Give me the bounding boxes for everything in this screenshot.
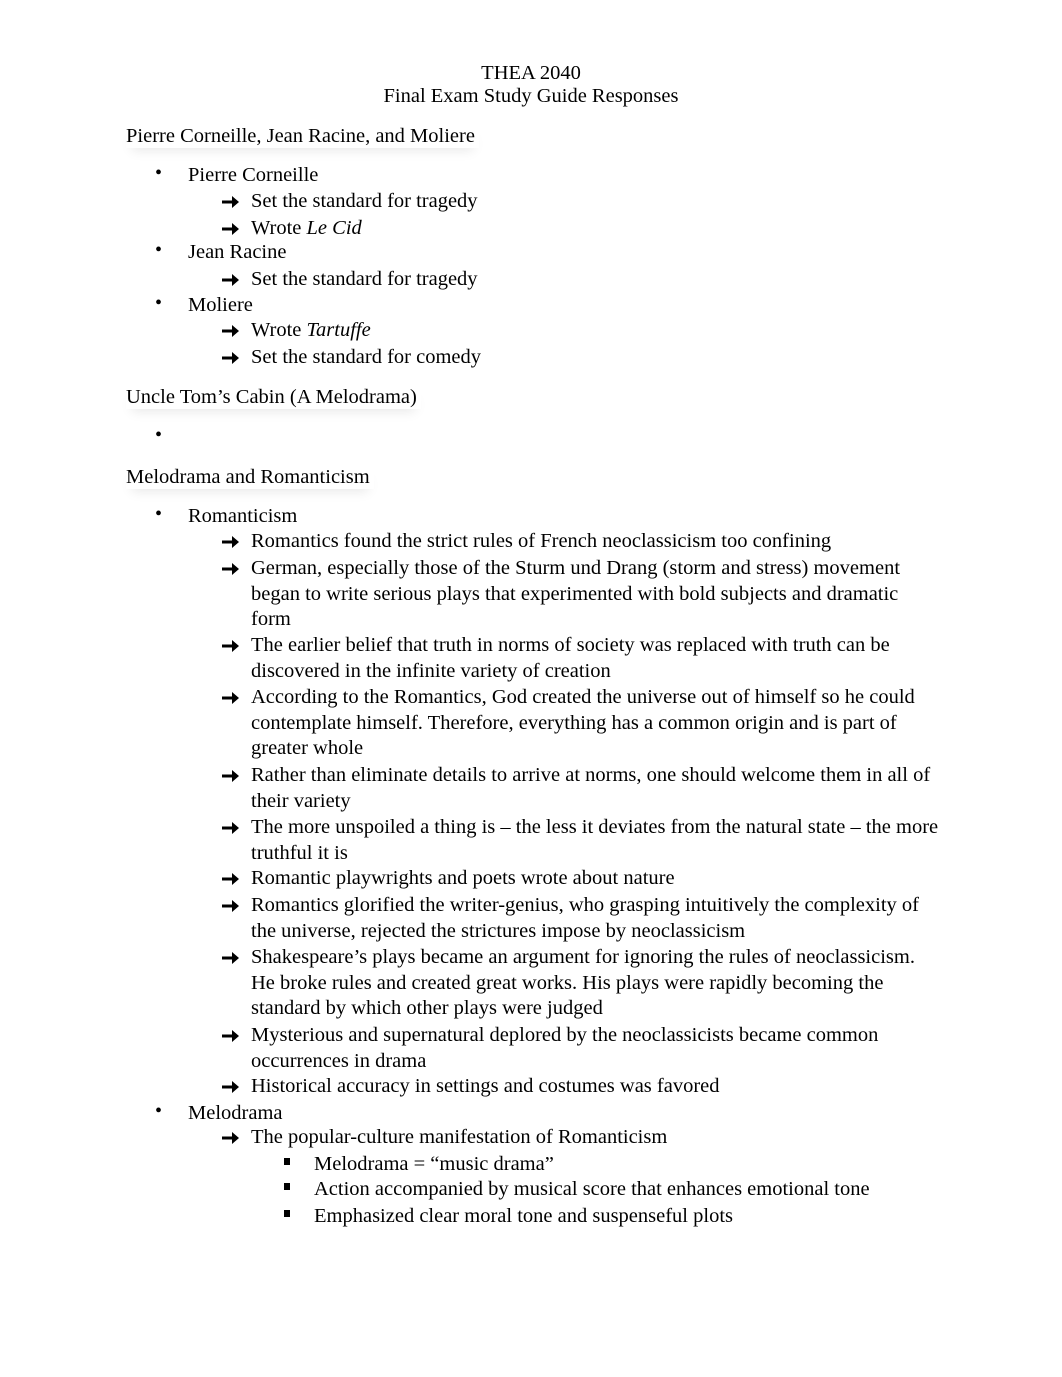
sub-item-text: Set the standard for comedy	[251, 346, 481, 368]
bullet-icon: •	[155, 424, 163, 446]
arrow-right-icon	[222, 640, 239, 652]
sub-item-text: The popular-culture manifestation of Rom…	[251, 1126, 668, 1148]
sub-item-text: Historical accuracy in settings and cost…	[251, 1075, 720, 1097]
sub-sub-item-text: Emphasized clear moral tone and suspense…	[314, 1205, 733, 1227]
arrow-right-icon	[222, 223, 239, 235]
bullet-icon: •	[155, 1100, 163, 1122]
arrow-right-icon	[222, 900, 239, 912]
sub-item-text: According to the Romantics, God created …	[251, 686, 915, 759]
arrow-right-icon	[222, 822, 239, 834]
arrow-right-icon	[222, 1132, 239, 1144]
bullet-icon: •	[155, 292, 163, 314]
arrow-right-icon	[222, 692, 239, 704]
list-item-label: Pierre Corneille	[188, 164, 319, 186]
bullet-icon: •	[155, 239, 163, 261]
arrow-right-icon	[222, 770, 239, 782]
bullet-icon: •	[155, 162, 163, 184]
list-item-label: Jean Racine	[188, 241, 287, 263]
section-heading: Uncle Tom’s Cabin (A Melodrama)	[126, 385, 421, 409]
square-bullet-icon	[284, 1158, 290, 1165]
sub-item-text: Rather than eliminate details to arrive …	[251, 764, 931, 812]
sub-item-text: The more unspoiled a thing is – the less…	[251, 816, 939, 864]
square-bullet-icon	[284, 1183, 290, 1190]
sub-item-text: Set the standard for tragedy	[251, 268, 478, 290]
sub-item-text: Set the standard for tragedy	[251, 190, 478, 212]
sub-item-text: Romantic playwrights and poets wrote abo…	[251, 867, 675, 889]
arrow-right-icon	[222, 1081, 239, 1093]
sub-item-text: Wrote	[251, 319, 307, 341]
sub-sub-item-text: Action accompanied by musical score that…	[314, 1178, 870, 1200]
arrow-right-icon	[222, 196, 239, 208]
play-title: Tartuffe	[306, 319, 371, 341]
list-item-label: Romanticism	[188, 505, 298, 527]
bullet-icon: •	[155, 503, 163, 525]
arrow-right-icon	[222, 1030, 239, 1042]
arrow-right-icon	[222, 274, 239, 286]
course-title: THEA 2040	[481, 62, 581, 84]
arrow-right-icon	[222, 952, 239, 964]
arrow-right-icon	[222, 536, 239, 548]
arrow-right-icon	[222, 352, 239, 364]
arrow-right-icon	[222, 325, 239, 337]
arrow-right-icon	[222, 563, 239, 575]
document-page: THEA 2040 Final Exam Study Guide Respons…	[0, 0, 1062, 1377]
sub-sub-item-text: Melodrama = “music drama”	[314, 1153, 554, 1175]
play-title: Le Cid	[306, 217, 362, 239]
arrow-right-icon	[222, 873, 239, 885]
sub-item-text: Romantics found the strict rules of Fren…	[251, 530, 832, 552]
section-heading: Melodrama and Romanticism	[126, 465, 374, 489]
sub-item-text: Mysterious and supernatural deplored by …	[251, 1024, 879, 1072]
sub-item-text: Shakespeare’s plays became an argument f…	[251, 946, 915, 1019]
sub-item-text: Romantics glorified the writer-genius, w…	[251, 894, 919, 942]
section-heading: Pierre Corneille, Jean Racine, and Molie…	[126, 124, 479, 148]
document-subtitle: Final Exam Study Guide Responses	[383, 85, 679, 107]
sub-item-text: German, especially those of the Sturm un…	[251, 557, 901, 630]
list-item-label: Melodrama	[188, 1102, 283, 1124]
square-bullet-icon	[284, 1210, 290, 1217]
list-item-label: Moliere	[188, 294, 253, 316]
sub-item-text: The earlier belief that truth in norms o…	[251, 634, 890, 682]
sub-item-text: Wrote	[251, 217, 307, 239]
